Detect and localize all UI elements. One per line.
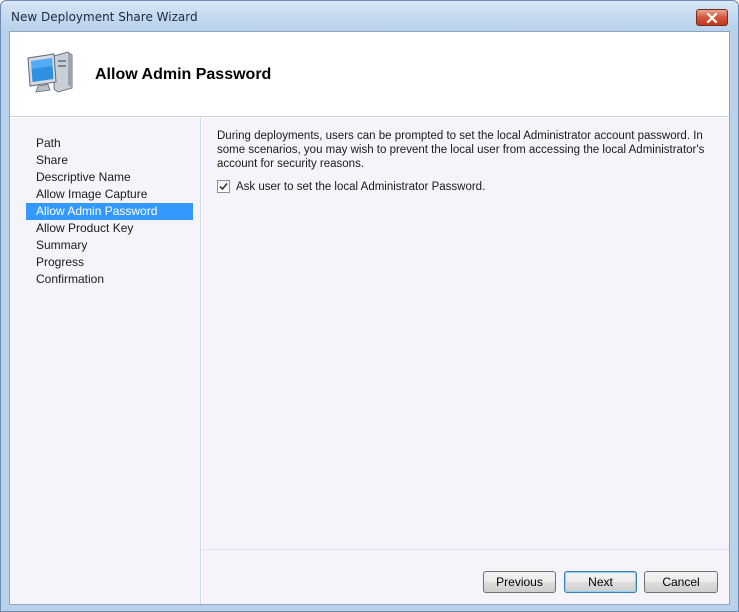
next-button[interactable]: Next	[564, 571, 637, 593]
wizard-steps-nav: Path Share Descriptive Name Allow Image …	[10, 118, 201, 604]
window-title: New Deployment Share Wizard	[11, 10, 198, 24]
nav-item-summary[interactable]: Summary	[26, 237, 193, 254]
nav-item-allow-admin-password[interactable]: Allow Admin Password	[26, 203, 193, 220]
ask-password-label[interactable]: Ask user to set the local Administrator …	[236, 181, 485, 193]
checkmark-icon	[219, 182, 228, 191]
close-icon	[706, 12, 718, 23]
ask-password-checkbox[interactable]	[217, 180, 230, 193]
page-title: Allow Admin Password	[95, 66, 272, 83]
nav-item-confirmation[interactable]: Confirmation	[26, 271, 193, 288]
close-button[interactable]	[696, 9, 728, 26]
nav-item-allow-product-key[interactable]: Allow Product Key	[26, 220, 193, 237]
description-text: During deployments, users can be prompte…	[217, 130, 705, 170]
nav-item-allow-image-capture[interactable]: Allow Image Capture	[26, 186, 193, 203]
wizard-header: Allow Admin Password	[10, 32, 729, 117]
computer-icon	[27, 51, 73, 93]
button-bar: Previous Next Cancel	[202, 549, 729, 604]
wizard-body: Allow Admin Password Path Share Descript…	[9, 31, 730, 605]
cancel-button[interactable]: Cancel	[644, 571, 718, 593]
ask-password-option[interactable]: Ask user to set the local Administrator …	[217, 180, 485, 193]
previous-button[interactable]: Previous	[483, 571, 556, 593]
nav-item-progress[interactable]: Progress	[26, 254, 193, 271]
wizard-window: New Deployment Share Wizard Allow Admin …	[0, 0, 739, 612]
nav-item-path[interactable]: Path	[26, 135, 193, 152]
content-panel: During deployments, users can be prompte…	[202, 118, 729, 554]
title-bar[interactable]: New Deployment Share Wizard	[1, 1, 738, 31]
nav-item-share[interactable]: Share	[26, 152, 193, 169]
nav-item-descriptive-name[interactable]: Descriptive Name	[26, 169, 193, 186]
